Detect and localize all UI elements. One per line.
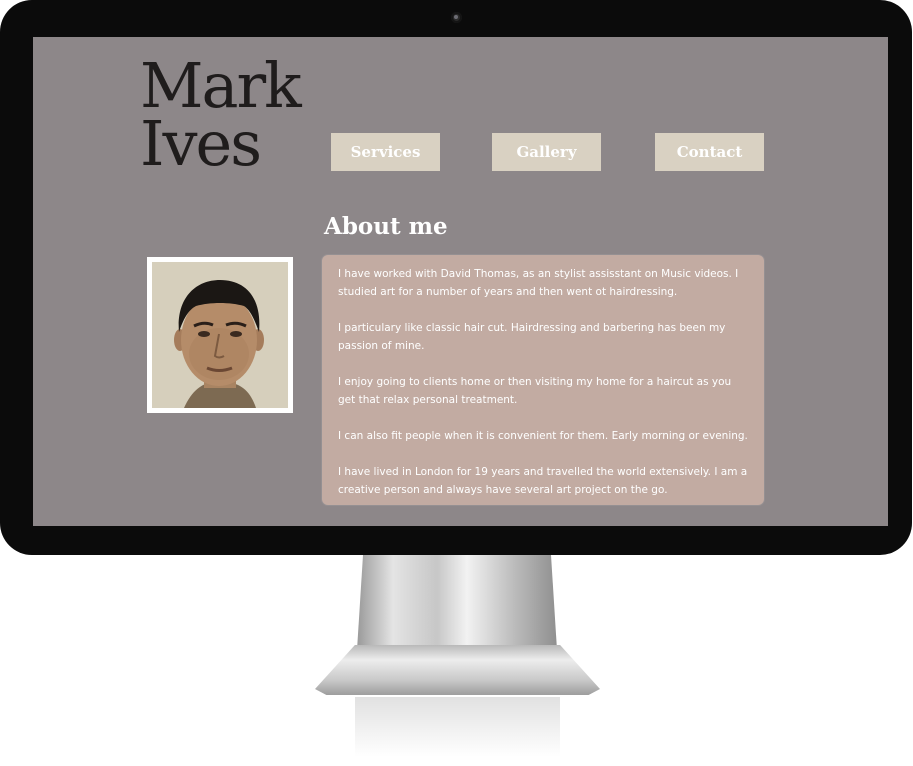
about-title: About me <box>324 213 448 240</box>
nav-gallery-button[interactable]: Gallery <box>492 133 601 171</box>
about-paragraph: I have lived in London for 19 years and … <box>338 466 748 496</box>
portrait-icon <box>174 280 264 408</box>
about-paragraph: I have worked with David Thomas, as an s… <box>338 268 739 298</box>
screen: Mark Ives Services Gallery Contact About… <box>33 37 888 526</box>
profile-photo <box>147 257 293 413</box>
about-paragraph: I enjoy going to clients home or then vi… <box>338 376 732 406</box>
logo-line-last: Ives <box>140 107 262 180</box>
nav-contact-button[interactable]: Contact <box>655 133 764 171</box>
about-text-panel: I have worked with David Thomas, as an s… <box>322 255 764 505</box>
monitor-stand-base <box>315 645 600 695</box>
site-logo[interactable]: Mark Ives <box>140 55 302 180</box>
monitor-stand-neck <box>357 555 557 650</box>
monitor-reflection <box>355 697 560 757</box>
profile-photo-image <box>152 262 288 408</box>
about-paragraph: I can also fit people when it is conveni… <box>338 430 748 442</box>
nav-services-button[interactable]: Services <box>331 133 440 171</box>
monitor-bezel: Mark Ives Services Gallery Contact About… <box>0 0 912 555</box>
about-paragraph: I particulary like classic hair cut. Hai… <box>338 322 726 352</box>
webcam-icon <box>451 12 462 23</box>
